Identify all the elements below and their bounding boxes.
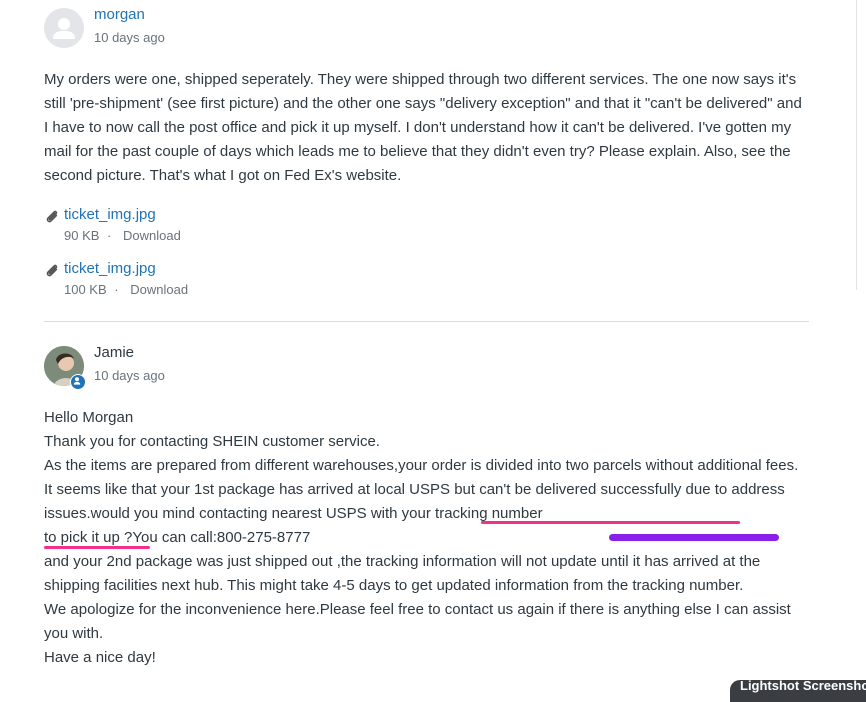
attachment-meta: 100 KB · Download xyxy=(64,282,192,297)
redaction-scribble xyxy=(609,534,779,541)
paperclip-icon xyxy=(46,210,58,223)
comment-paragraph: My orders were one, shipped seperately. … xyxy=(44,71,802,184)
attachment-size: 90 KB xyxy=(64,228,100,243)
attachment-filename[interactable]: ticket_img.jpg xyxy=(64,260,156,277)
comment-divider xyxy=(44,321,809,322)
highlight-underline xyxy=(481,521,740,524)
timestamp: 10 days ago xyxy=(94,368,165,383)
scrollbar[interactable] xyxy=(856,0,866,290)
comment-line: Have a nice day! xyxy=(44,649,156,666)
timestamp: 10 days ago xyxy=(94,30,165,45)
paperclip-icon xyxy=(46,264,58,277)
download-link[interactable]: Download xyxy=(123,228,181,243)
comment-line: and your 2nd package was just shipped ou… xyxy=(44,553,761,594)
avatar xyxy=(44,8,84,48)
agent-badge xyxy=(70,374,86,390)
download-link[interactable]: Download xyxy=(130,282,188,297)
comment-line: We apologize for the inconvenience here.… xyxy=(44,601,791,642)
author-name[interactable]: morgan xyxy=(94,6,145,23)
comment-line: It seems like that your 1st package has … xyxy=(44,481,785,522)
avatar xyxy=(44,346,86,390)
meta-separator: · xyxy=(107,228,112,243)
meta-separator: · xyxy=(114,282,119,297)
comment-line: Thank you for contacting SHEIN customer … xyxy=(44,433,380,450)
user-icon xyxy=(53,18,75,39)
attachment-filename[interactable]: ticket_img.jpg xyxy=(64,206,156,223)
attachment-meta: 90 KB · Download xyxy=(64,228,185,243)
user-icon xyxy=(73,377,81,385)
comment-line: As the items are prepared from different… xyxy=(44,457,799,474)
comment-line: Hello Morgan xyxy=(44,409,134,426)
comment-body: My orders were one, shipped seperately. … xyxy=(44,68,804,188)
attachment-size: 100 KB xyxy=(64,282,107,297)
highlight-underline xyxy=(44,546,150,549)
lightshot-label: Lightshot Screenshot xyxy=(730,680,866,702)
author-name: Jamie xyxy=(94,344,135,361)
